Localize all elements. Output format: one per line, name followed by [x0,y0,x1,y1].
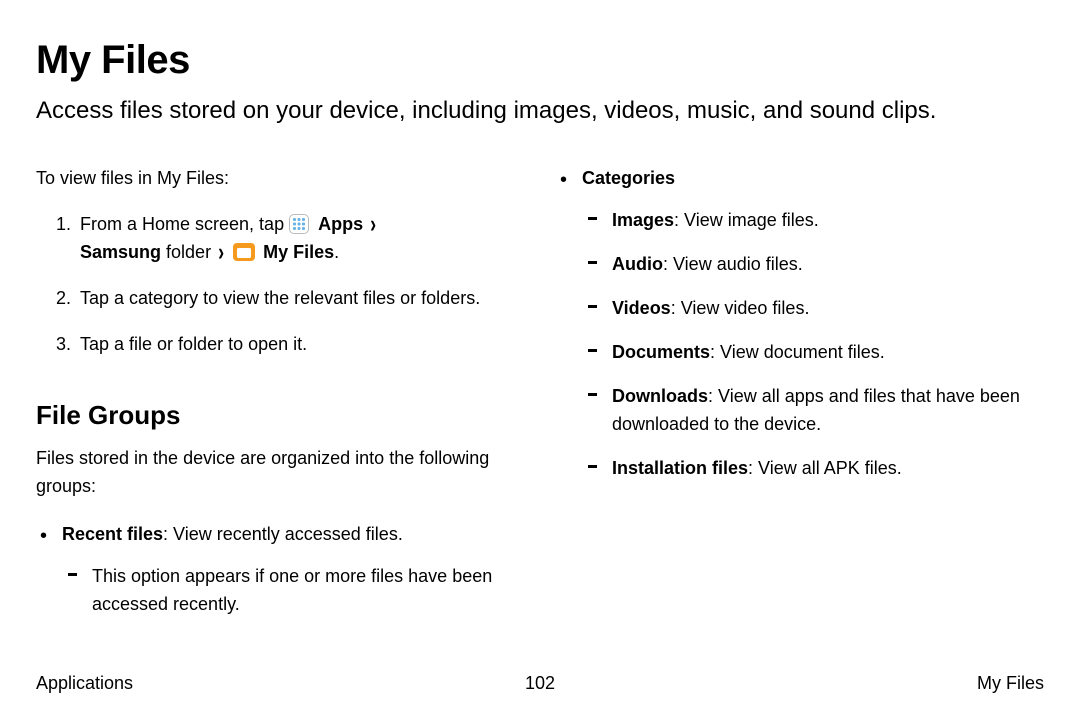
categories-label: Categories [582,168,675,188]
file-groups-list: Recent files: View recently accessed fil… [36,521,524,619]
step1-samsung: Samsung [80,242,161,262]
step1-apps: Apps [318,214,363,234]
category-installation-files: Installation files: View all APK files. [612,455,1044,483]
categories-group: Categories Images: View image files. Aud… [556,165,1044,482]
intro-text: To view files in My Files: [36,165,524,193]
chevron-icon: › [370,206,376,245]
folder-icon [233,243,255,261]
right-column: Categories Images: View image files. Aud… [556,165,1044,634]
step-1: From a Home screen, tap Apps › Samsung f… [76,211,524,267]
recent-files-text: : View recently accessed files. [163,524,403,544]
recent-files-sub: This option appears if one or more files… [92,563,524,619]
footer-right: My Files [977,673,1044,694]
category-label: Installation files [612,458,748,478]
chevron-icon: › [218,234,224,273]
category-text: : View all APK files. [748,458,902,478]
categories-list: Images: View image files. Audio: View au… [582,207,1044,482]
recent-files-label: Recent files [62,524,163,544]
category-text: : View document files. [710,342,885,362]
category-text: : View audio files. [663,254,803,274]
step1-prefix: From a Home screen, tap [80,214,289,234]
steps-list: From a Home screen, tap Apps › Samsung f… [36,211,524,359]
page-title: My Files [36,38,1044,83]
section-heading-file-groups: File Groups [36,395,524,435]
category-audio: Audio: View audio files. [612,251,1044,279]
category-label: Images [612,210,674,230]
category-text: : View video files. [671,298,810,318]
file-groups-desc: Files stored in the device are organized… [36,445,524,501]
page-footer: Applications 102 My Files [36,673,1044,694]
category-label: Videos [612,298,671,318]
category-label: Documents [612,342,710,362]
step-2: Tap a category to view the relevant file… [76,285,524,313]
apps-icon [289,214,309,234]
step-3: Tap a file or folder to open it. [76,331,524,359]
categories-item: Categories Images: View image files. Aud… [582,165,1044,482]
footer-left: Applications [36,673,133,694]
category-documents: Documents: View document files. [612,339,1044,367]
step1-myfiles: My Files [263,242,334,262]
page-subtitle: Access files stored on your device, incl… [36,95,1016,127]
category-downloads: Downloads: View all apps and files that … [612,383,1044,439]
category-label: Downloads [612,386,708,406]
category-images: Images: View image files. [612,207,1044,235]
category-label: Audio [612,254,663,274]
recent-files-item: Recent files: View recently accessed fil… [62,521,524,619]
category-videos: Videos: View video files. [612,295,1044,323]
category-text: : View image files. [674,210,819,230]
step1-period: . [334,242,339,262]
step1-folder-word: folder [161,242,216,262]
footer-page-number: 102 [525,673,555,694]
left-column: To view files in My Files: From a Home s… [36,165,524,634]
